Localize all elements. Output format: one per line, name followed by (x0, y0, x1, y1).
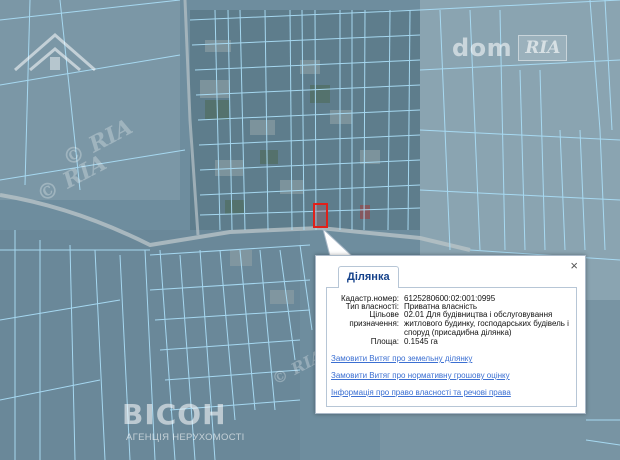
close-icon[interactable]: × (570, 259, 578, 273)
purpose-value: 02.01 Для будівництва і обслуговування ж… (404, 310, 569, 337)
domria-badge: RIA (518, 35, 568, 61)
agency-tagline: АГЕНЦІЯ НЕРУХОМОСТІ (126, 432, 245, 443)
order-valuation-extract-link[interactable]: Замовити Витяг про нормативну грошову оц… (331, 371, 510, 380)
visson-logo-icon (14, 33, 96, 72)
order-parcel-extract-link[interactable]: Замовити Витяг про земельну ділянку (331, 354, 472, 363)
domria-watermark: dom RIA (452, 28, 568, 68)
parcel-details-panel: Кадастр.номер: 6125280600:02:001:0995 Ти… (326, 287, 577, 407)
area-label: Площа: (370, 337, 399, 346)
purpose-label: Цільове призначення: (349, 310, 399, 328)
ownership-info-link[interactable]: Інформація про право власності та речові… (331, 388, 511, 397)
domria-brand-text: dom (452, 34, 513, 62)
area-value: 0.1545 га (404, 337, 438, 346)
parcel-info-popup: × Ділянка Кадастр.номер: 6125280600:02:0… (315, 255, 586, 414)
selected-parcel-marker[interactable] (313, 203, 328, 228)
agency-name: ВІСОН (122, 398, 227, 431)
tab-parcel[interactable]: Ділянка (338, 266, 399, 288)
